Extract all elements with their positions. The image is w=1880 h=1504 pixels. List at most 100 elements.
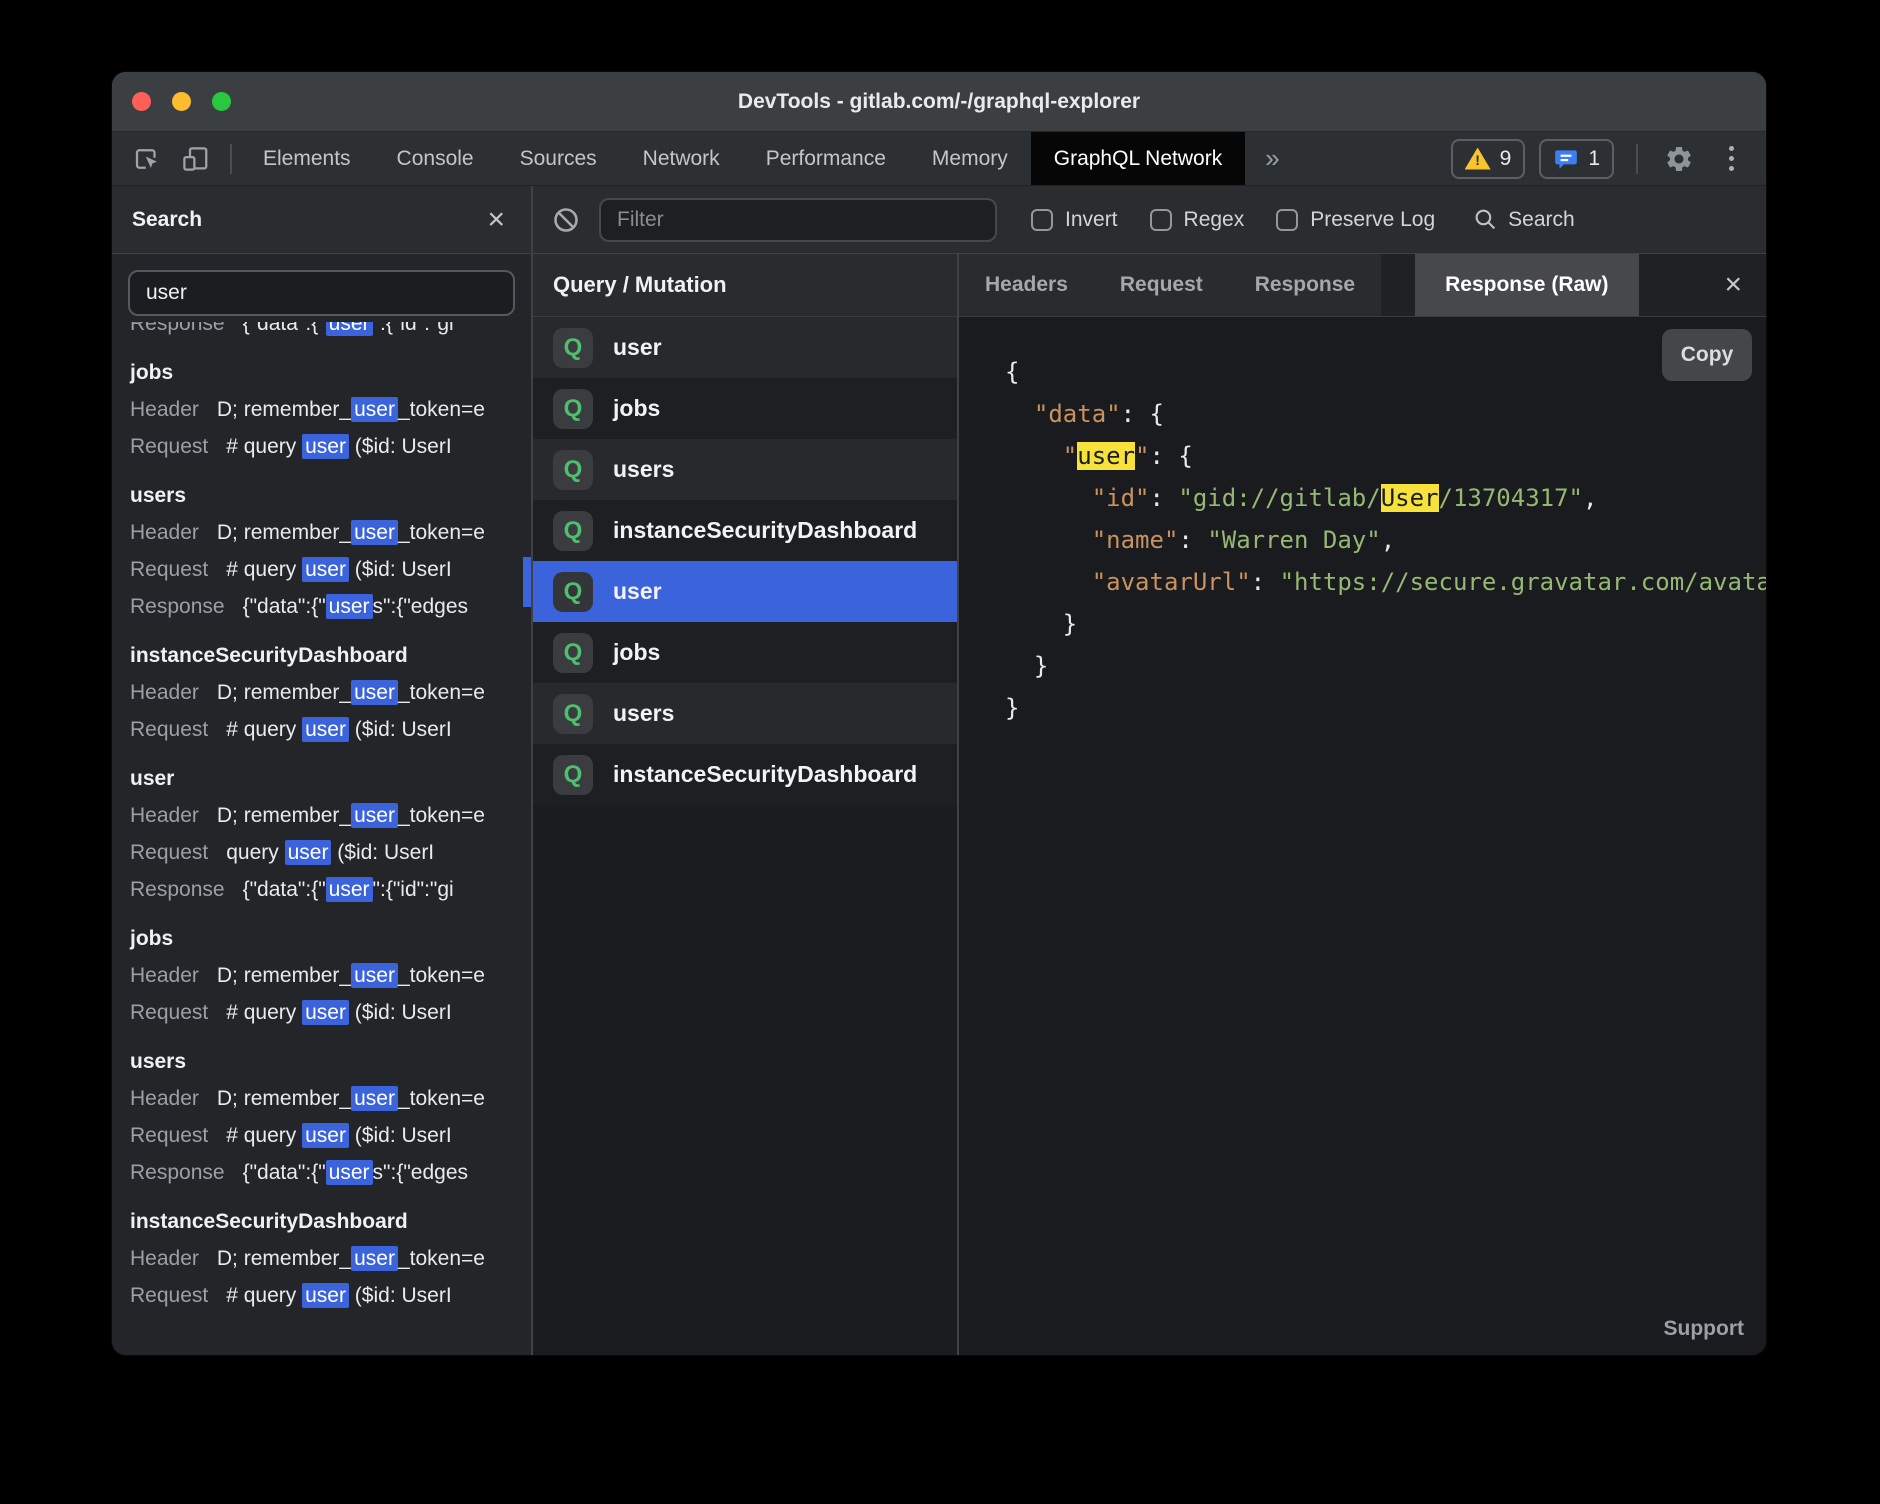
search-result-group-title[interactable]: instanceSecurityDashboard: [130, 1203, 531, 1240]
zoom-window-button[interactable]: [212, 92, 231, 111]
json-line: {: [1005, 351, 1766, 393]
query-row-jobs[interactable]: Qjobs: [533, 378, 957, 439]
search-result-line[interactable]: Request# query user ($id: UserI: [130, 428, 531, 465]
query-row-instancesecuritydashboard[interactable]: QinstanceSecurityDashboard: [533, 744, 957, 805]
devtools-tab-console[interactable]: Console: [374, 132, 497, 185]
support-link[interactable]: Support: [1664, 1317, 1744, 1341]
devtools-tab-performance[interactable]: Performance: [743, 132, 909, 185]
search-result-line[interactable]: Request# query user ($id: UserI: [130, 1277, 531, 1314]
settings-gear-icon[interactable]: [1660, 140, 1698, 178]
match-highlight: user: [302, 1283, 349, 1308]
query-row-user[interactable]: Quser: [533, 317, 957, 378]
text-segment: "gid://gitlab/: [1178, 484, 1380, 512]
search-result-line[interactable]: Request# query user ($id: UserI: [130, 1117, 531, 1154]
scrollbar-match-marker[interactable]: [523, 557, 531, 607]
search-result-line[interactable]: HeaderD; remember_user_token=e: [130, 391, 531, 428]
query-row-jobs[interactable]: Qjobs: [533, 622, 957, 683]
search-result-line[interactable]: HeaderD; remember_user_token=e: [130, 674, 531, 711]
detail-tab-response[interactable]: Response: [1229, 254, 1381, 316]
search-result-line[interactable]: Response{"data":{"user":{"id":"gi: [130, 871, 531, 908]
search-result-line[interactable]: Response{"data":{"users":{"edges: [130, 588, 531, 625]
search-result-line[interactable]: HeaderD; remember_user_token=e: [130, 1240, 531, 1277]
search-result-line[interactable]: Response{"data":{"user":{"id":"gi: [130, 322, 531, 342]
json-line: }: [1005, 687, 1766, 729]
checkbox-box: [1150, 209, 1172, 231]
devtools-tab-graphql-network[interactable]: GraphQL Network: [1031, 132, 1245, 185]
query-type-badge: Q: [553, 511, 593, 551]
more-tabs-button[interactable]: »: [1245, 132, 1299, 185]
text-segment: ($id: UserI: [349, 1124, 452, 1147]
search-close-icon[interactable]: ×: [487, 205, 505, 235]
minimize-window-button[interactable]: [172, 92, 191, 111]
devtools-tab-sources[interactable]: Sources: [497, 132, 620, 185]
filter-input[interactable]: [599, 198, 997, 242]
close-detail-icon[interactable]: ×: [1700, 254, 1766, 316]
warnings-badge[interactable]: ! 9: [1451, 139, 1526, 179]
text-segment: [1005, 526, 1092, 554]
search-input[interactable]: [128, 270, 515, 316]
match-highlight: user: [1077, 442, 1135, 470]
search-result-group-title[interactable]: jobs: [130, 920, 531, 957]
match-highlight: user: [302, 1000, 349, 1025]
kebab-menu-icon[interactable]: [1712, 146, 1750, 171]
text-segment: D; remember_: [217, 681, 351, 704]
search-result-group-title[interactable]: instanceSecurityDashboard: [130, 637, 531, 674]
text-segment: # query: [226, 435, 302, 458]
query-row-users[interactable]: Qusers: [533, 439, 957, 500]
devtools-tab-network[interactable]: Network: [620, 132, 743, 185]
checkbox-regex[interactable]: Regex: [1150, 208, 1245, 232]
checkbox-preserve-log[interactable]: Preserve Log: [1276, 208, 1435, 232]
search-button-label: Search: [1508, 208, 1575, 232]
text-segment: D; remember_: [217, 1247, 351, 1270]
copy-button[interactable]: Copy: [1662, 329, 1752, 381]
text-segment: # query: [226, 1001, 302, 1024]
text-segment: ":{"id":"gi: [373, 878, 454, 901]
devtools-window: DevTools - gitlab.com/-/graphql-explorer…: [112, 72, 1766, 1355]
search-result-line[interactable]: Requestquery user ($id: UserI: [130, 834, 531, 871]
result-line-label: Request: [130, 1001, 208, 1024]
devtools-tab-memory[interactable]: Memory: [909, 132, 1031, 185]
devtools-tab-elements[interactable]: Elements: [240, 132, 374, 185]
detail-tab-response-raw[interactable]: Response (Raw): [1415, 254, 1638, 316]
traffic-lights: [132, 72, 231, 131]
search-result-line[interactable]: Response{"data":{"users":{"edges: [130, 1154, 531, 1191]
text-segment: [1005, 484, 1092, 512]
search-result-line[interactable]: Request# query user ($id: UserI: [130, 711, 531, 748]
text-segment: [1005, 400, 1034, 428]
clear-filter-icon[interactable]: [547, 201, 585, 239]
query-row-label: users: [613, 700, 674, 727]
query-row-user[interactable]: Quser: [533, 561, 957, 622]
device-toolbar-icon[interactable]: [176, 140, 214, 178]
search-result-line[interactable]: HeaderD; remember_user_token=e: [130, 957, 531, 994]
search-result-line[interactable]: Request# query user ($id: UserI: [130, 551, 531, 588]
search-result-line[interactable]: HeaderD; remember_user_token=e: [130, 797, 531, 834]
search-result-line[interactable]: HeaderD; remember_user_token=e: [130, 514, 531, 551]
search-result-line[interactable]: Request# query user ($id: UserI: [130, 994, 531, 1031]
inspect-element-icon[interactable]: [128, 140, 166, 178]
json-line: }: [1005, 645, 1766, 687]
match-highlight: user: [302, 557, 349, 582]
text-segment: ":{"id":"gi: [373, 322, 454, 335]
text-segment: D; remember_: [217, 521, 351, 544]
search-result-group-title[interactable]: jobs: [130, 354, 531, 391]
query-row-users[interactable]: Qusers: [533, 683, 957, 744]
query-row-label: user: [613, 334, 662, 361]
close-window-button[interactable]: [132, 92, 151, 111]
detail-tab-headers[interactable]: Headers: [959, 254, 1094, 316]
search-result-group-title[interactable]: user: [130, 760, 531, 797]
network-search-button[interactable]: Search: [1473, 207, 1575, 232]
result-line-label: Request: [130, 435, 208, 458]
checkbox-invert[interactable]: Invert: [1031, 208, 1118, 232]
detail-tab-request[interactable]: Request: [1094, 254, 1229, 316]
json-line: "data": {: [1005, 393, 1766, 435]
search-result-line[interactable]: HeaderD; remember_user_token=e: [130, 1080, 531, 1117]
query-row-instancesecuritydashboard[interactable]: QinstanceSecurityDashboard: [533, 500, 957, 561]
search-result-group-title[interactable]: users: [130, 1043, 531, 1080]
json-viewer: { "data": { "user": { "id": "gid://gitla…: [959, 317, 1766, 729]
text-segment: ": [1135, 442, 1149, 470]
text-segment: _token=e: [398, 1087, 485, 1110]
json-line: "id": "gid://gitlab/User/13704317",: [1005, 477, 1766, 519]
issues-badge[interactable]: 1: [1539, 139, 1614, 179]
devtools-toolbar: ElementsConsoleSourcesNetworkPerformance…: [112, 132, 1766, 186]
search-result-group-title[interactable]: users: [130, 477, 531, 514]
